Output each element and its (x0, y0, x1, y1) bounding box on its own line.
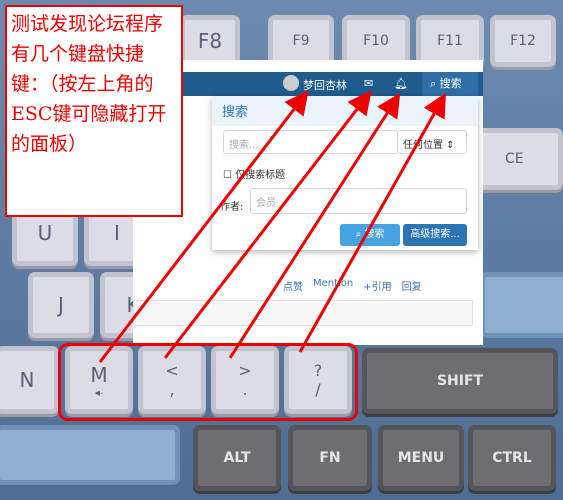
arrow-comma (163, 90, 372, 359)
arrow-period (228, 92, 401, 359)
arrow-m (98, 90, 309, 363)
annotation-arrows (98, 90, 446, 363)
